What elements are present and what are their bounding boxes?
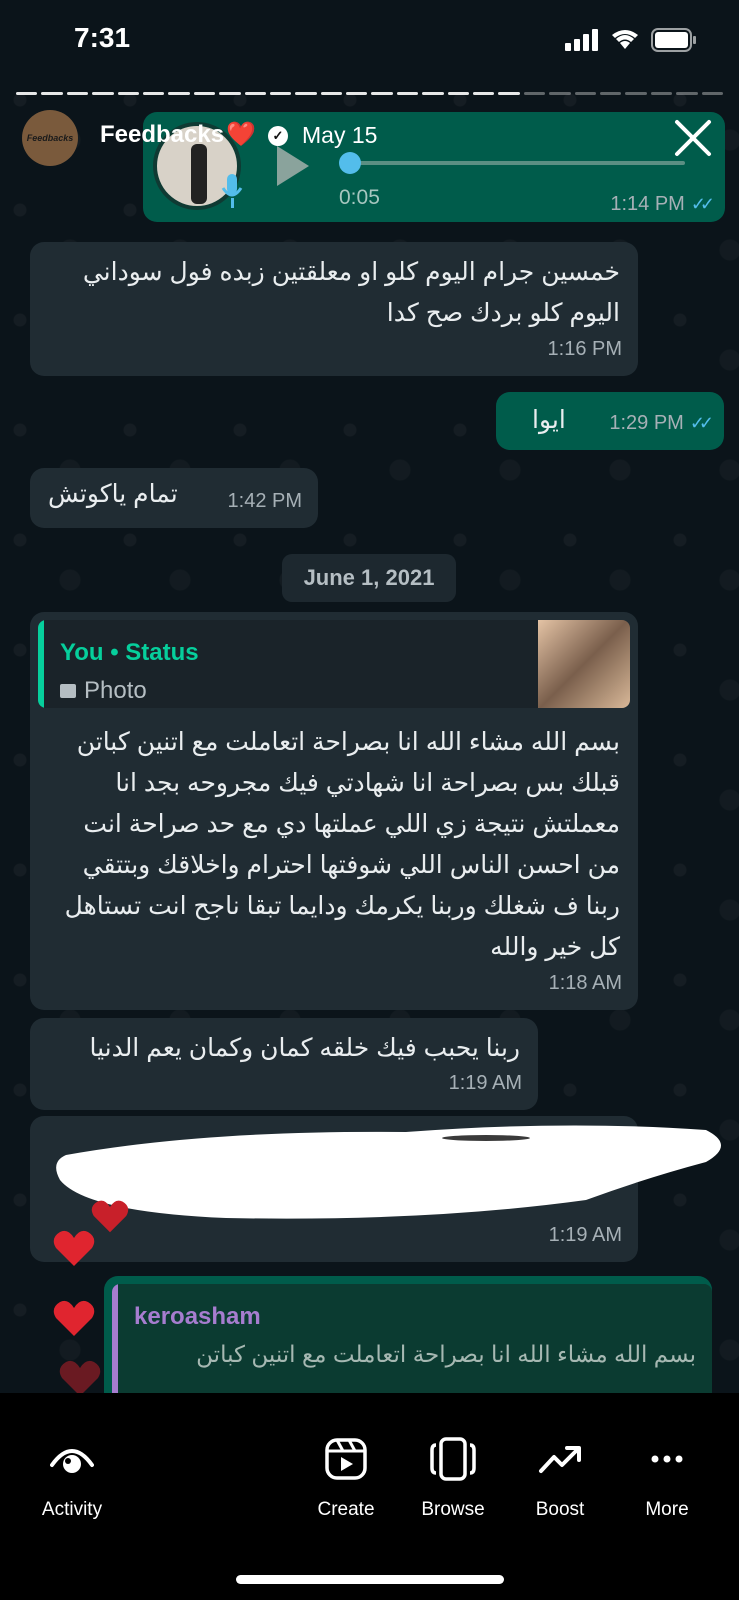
reel-icon (325, 1438, 367, 1480)
create-button[interactable]: Create (296, 1431, 396, 1521)
quote-title: You • Status (60, 639, 199, 666)
message-bubble-incoming[interactable]: ربنا يحبب فيك خلقه كمان وكمان يعم الدنيا… (30, 1018, 538, 1110)
quote-subtitle: Photo (60, 670, 147, 708)
message-meta: 1:18 AM (549, 963, 622, 1004)
quote-accent-bar (112, 1284, 118, 1393)
bottom-action-bar: Activity Create Browse Boost More (0, 1393, 739, 1600)
message-meta: 1:42 PM (228, 481, 302, 522)
status-quote[interactable]: You • Status Photo (38, 620, 630, 708)
boost-label: Boost (535, 1499, 585, 1520)
activity-button[interactable]: Activity (22, 1431, 122, 1521)
reply-author: keroasham (134, 1303, 261, 1330)
message-meta: 1:19 AM (449, 1063, 522, 1104)
story-header: Feedbacks Feedbacks❤️ ✓ May 15 (20, 110, 719, 170)
heart-icon (91, 1200, 129, 1233)
redaction-scribble (56, 1125, 721, 1219)
reply-quote[interactable]: keroasham بسم الله مشاء الله انا بصراحة … (112, 1284, 712, 1393)
verified-badge-icon: ✓ (268, 126, 288, 146)
heart-icon (53, 1300, 95, 1336)
status-bar: 7:31 (0, 0, 739, 80)
boost-button[interactable]: Boost (510, 1431, 610, 1521)
close-icon[interactable] (671, 116, 715, 160)
message-time: 1:18 AM (548, 972, 622, 994)
message-time: 1:14 PM (610, 193, 685, 215)
message-text: تمام ياكوتش (48, 480, 178, 508)
double-check-icon: ✓✓ (689, 413, 714, 433)
message-meta: 1:29 PM ✓✓ (609, 403, 714, 444)
microphone-icon (221, 174, 243, 208)
reply-text: بسم الله مشاء الله انا بصراحة اتعاملت مع… (196, 1341, 696, 1367)
heart-icon (53, 1230, 95, 1266)
message-text: خمسين جرام اليوم كلو او معلقتين زبده فول… (82, 258, 620, 327)
message-meta: 1:14 PM ✓✓ (610, 193, 715, 216)
quote-accent-bar (38, 620, 44, 708)
story-progress (16, 92, 723, 95)
heart-emoji: ❤️ (226, 121, 256, 148)
more-button[interactable]: More (617, 1431, 717, 1521)
message-text: ربنا يحبب فيك خلقه كمان وكمان يعم الدنيا (89, 1034, 520, 1062)
cellular-signal-icon (565, 29, 598, 51)
photo-icon (60, 683, 76, 698)
message-text: بسم الله مشاء الله انا بصراحة اتعاملت مع… (64, 728, 620, 961)
more-label: More (645, 1499, 689, 1520)
more-dots-icon (651, 1455, 683, 1463)
message-time: 1:42 PM (227, 490, 302, 512)
story-date: May 15 (302, 122, 378, 148)
date-separator: June 1, 2021 (282, 554, 456, 602)
message-meta: 1:16 PM (548, 329, 622, 370)
heart-icon (59, 1360, 101, 1393)
home-indicator[interactable] (236, 1575, 504, 1584)
voice-duration: 0:05 (339, 186, 380, 209)
cards-icon (430, 1437, 476, 1481)
create-label: Create (317, 1499, 375, 1520)
message-time: 1:29 PM (609, 412, 684, 434)
battery-icon (651, 28, 696, 52)
avatar[interactable]: Feedbacks (22, 110, 78, 166)
status-time: 7:31 (74, 22, 131, 53)
story-username[interactable]: Feedbacks❤️ (100, 120, 256, 149)
status-thumbnail (538, 620, 630, 708)
browse-label: Browse (421, 1499, 485, 1520)
message-time: 1:16 PM (547, 338, 622, 360)
eye-icon (50, 1449, 94, 1473)
message-bubble-incoming[interactable]: تمام ياكوتش 1:42 PM (30, 468, 318, 528)
message-bubble-incoming[interactable]: خمسين جرام اليوم كلو او معلقتين زبده فول… (30, 242, 638, 376)
message-bubble-outgoing[interactable]: ايوا 1:29 PM ✓✓ (496, 392, 724, 450)
browse-button[interactable]: Browse (403, 1431, 503, 1521)
trend-up-icon (539, 1446, 581, 1473)
message-text: ايوا (532, 406, 566, 434)
double-check-icon: ✓✓ (690, 194, 715, 214)
status-icons (565, 28, 697, 52)
message-bubble-status-reply[interactable]: You • Status Photo بسم الله مشاء الله ان… (30, 612, 638, 1010)
message-time: 1:19 AM (448, 1072, 522, 1094)
activity-label: Activity (41, 1499, 103, 1520)
story-content[interactable]: 0:05 1:14 PM ✓✓ Feedbacks Feedbacks❤️ ✓ … (0, 80, 739, 1393)
message-bubble-reply[interactable]: keroasham بسم الله مشاء الله انا بصراحة … (104, 1276, 712, 1393)
wifi-icon (612, 30, 638, 49)
